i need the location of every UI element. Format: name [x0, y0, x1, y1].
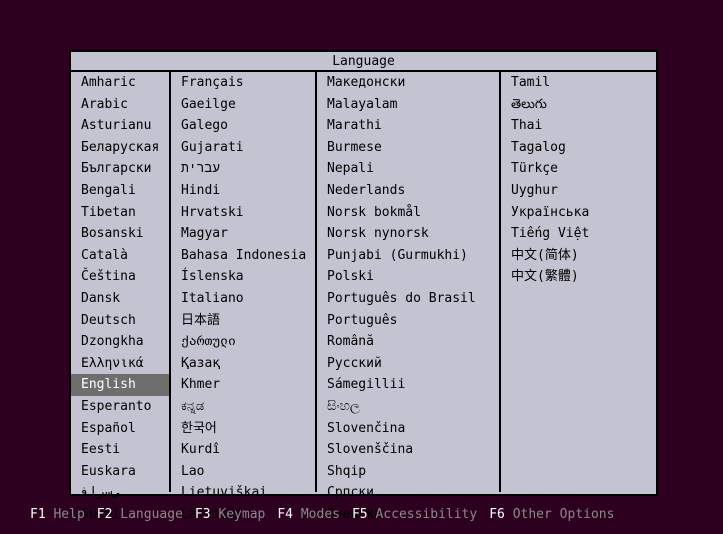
language-option[interactable]: Español: [71, 418, 169, 440]
language-option[interactable]: Euskara: [71, 461, 169, 483]
language-option[interactable]: 中文(繁體): [501, 266, 656, 288]
footer-key: F4: [277, 507, 293, 522]
language-option[interactable]: Tiếng Việt: [501, 223, 656, 245]
language-option[interactable]: Српски: [317, 482, 499, 504]
language-option[interactable]: ქართული: [171, 331, 315, 353]
footer-item[interactable]: F6 Other Options: [489, 507, 614, 522]
language-option[interactable]: Sámegillii: [317, 374, 499, 396]
language-option[interactable]: Tamil: [501, 72, 656, 94]
language-option[interactable]: ﻰﺳﺭﺎﻓ: [71, 482, 169, 504]
language-option[interactable]: 한국어: [171, 418, 315, 440]
language-option[interactable]: Amharic: [71, 72, 169, 94]
footer-key: F3: [195, 507, 211, 522]
language-option[interactable]: Khmer: [171, 374, 315, 396]
footer-label: Other Options: [505, 507, 615, 522]
footer-item[interactable]: F3 Keymap: [195, 507, 265, 522]
footer-item[interactable]: F5 Accessibility: [352, 507, 477, 522]
language-option[interactable]: Dzongkha: [71, 331, 169, 353]
language-option[interactable]: Norsk nynorsk: [317, 223, 499, 245]
language-option[interactable]: ಕನ್ನಡ: [171, 396, 315, 418]
language-column: TamilతెలుగుThaiTagalogTürkçeUyghurУкраїн…: [501, 72, 656, 492]
language-option[interactable]: Kurdî: [171, 439, 315, 461]
language-option[interactable]: Hrvatski: [171, 202, 315, 224]
language-option[interactable]: Arabic: [71, 94, 169, 116]
language-option[interactable]: Tagalog: [501, 137, 656, 159]
language-option[interactable]: Українська: [501, 202, 656, 224]
language-column: FrançaisGaeilgeGalegoGujaratiעבריתHindiH…: [171, 72, 317, 492]
language-option[interactable]: Norsk bokmål: [317, 202, 499, 224]
dialog-title: Language: [71, 52, 656, 72]
language-option[interactable]: Bosanski: [71, 223, 169, 245]
language-option[interactable]: Italiano: [171, 288, 315, 310]
footer-label: Modes: [293, 507, 340, 522]
language-option[interactable]: Punjabi (Gurmukhi): [317, 245, 499, 267]
language-option[interactable]: Asturianu: [71, 115, 169, 137]
footer-bar: F1 Help F2 Language F3 Keymap F4 Modes F5 Ac…: [30, 507, 614, 522]
language-option[interactable]: Slovenčina: [317, 418, 499, 440]
language-option[interactable]: 中文(简体): [501, 245, 656, 267]
language-option[interactable]: Dansk: [71, 288, 169, 310]
language-option[interactable]: Čeština: [71, 266, 169, 288]
language-option[interactable]: English: [71, 374, 169, 396]
language-option[interactable]: Bahasa Indonesia: [171, 245, 315, 267]
language-option[interactable]: Tibetan: [71, 202, 169, 224]
language-option[interactable]: עברית: [171, 158, 315, 180]
footer-item[interactable]: F1 Help: [30, 507, 85, 522]
language-option[interactable]: Português: [317, 310, 499, 332]
language-option[interactable]: Français: [171, 72, 315, 94]
footer-key: F1: [30, 507, 46, 522]
footer-label: Language: [112, 507, 182, 522]
language-option[interactable]: Gujarati: [171, 137, 315, 159]
language-option[interactable]: Shqip: [317, 461, 499, 483]
footer-label: Keymap: [211, 507, 266, 522]
language-option[interactable]: Slovenščina: [317, 439, 499, 461]
language-option[interactable]: Malayalam: [317, 94, 499, 116]
language-option[interactable]: Português do Brasil: [317, 288, 499, 310]
footer-key: F2: [97, 507, 113, 522]
language-option[interactable]: Eesti: [71, 439, 169, 461]
language-option[interactable]: Русский: [317, 353, 499, 375]
language-option[interactable]: Lietuviškai: [171, 482, 315, 504]
language-option[interactable]: Burmese: [317, 137, 499, 159]
language-option[interactable]: 日本語: [171, 310, 315, 332]
language-option[interactable]: Català: [71, 245, 169, 267]
language-option[interactable]: Беларуская: [71, 137, 169, 159]
language-columns: AmharicArabicAsturianuБеларускаяБългарск…: [71, 72, 656, 492]
language-option[interactable]: తెలుగు: [501, 94, 656, 116]
language-option[interactable]: Magyar: [171, 223, 315, 245]
language-dialog: Language AmharicArabicAsturianuБеларуска…: [69, 50, 658, 496]
footer-key: F5: [352, 507, 368, 522]
language-option[interactable]: Lao: [171, 461, 315, 483]
language-option[interactable]: Hindi: [171, 180, 315, 202]
footer-key: F6: [489, 507, 505, 522]
language-option[interactable]: Thai: [501, 115, 656, 137]
language-option[interactable]: Ελληνικά: [71, 353, 169, 375]
footer-item[interactable]: F2 Language: [97, 507, 183, 522]
language-option[interactable]: Deutsch: [71, 310, 169, 332]
language-option[interactable]: Қазақ: [171, 353, 315, 375]
language-option[interactable]: Íslenska: [171, 266, 315, 288]
footer-label: Help: [46, 507, 85, 522]
language-option[interactable]: Esperanto: [71, 396, 169, 418]
language-option[interactable]: සිංහල: [317, 396, 499, 418]
language-option[interactable]: Marathi: [317, 115, 499, 137]
language-option[interactable]: Türkçe: [501, 158, 656, 180]
language-option[interactable]: Nederlands: [317, 180, 499, 202]
language-option[interactable]: Uyghur: [501, 180, 656, 202]
language-option[interactable]: Galego: [171, 115, 315, 137]
language-column: МакедонскиMalayalamMarathiBurmeseNepaliN…: [317, 72, 501, 492]
language-option[interactable]: Български: [71, 158, 169, 180]
footer-item[interactable]: F4 Modes: [277, 507, 340, 522]
footer-label: Accessibility: [368, 507, 478, 522]
language-option[interactable]: Bengali: [71, 180, 169, 202]
language-option[interactable]: Македонски: [317, 72, 499, 94]
language-option[interactable]: Română: [317, 331, 499, 353]
language-option[interactable]: Nepali: [317, 158, 499, 180]
language-option[interactable]: Polski: [317, 266, 499, 288]
language-column: AmharicArabicAsturianuБеларускаяБългарск…: [71, 72, 171, 492]
language-option[interactable]: Gaeilge: [171, 94, 315, 116]
